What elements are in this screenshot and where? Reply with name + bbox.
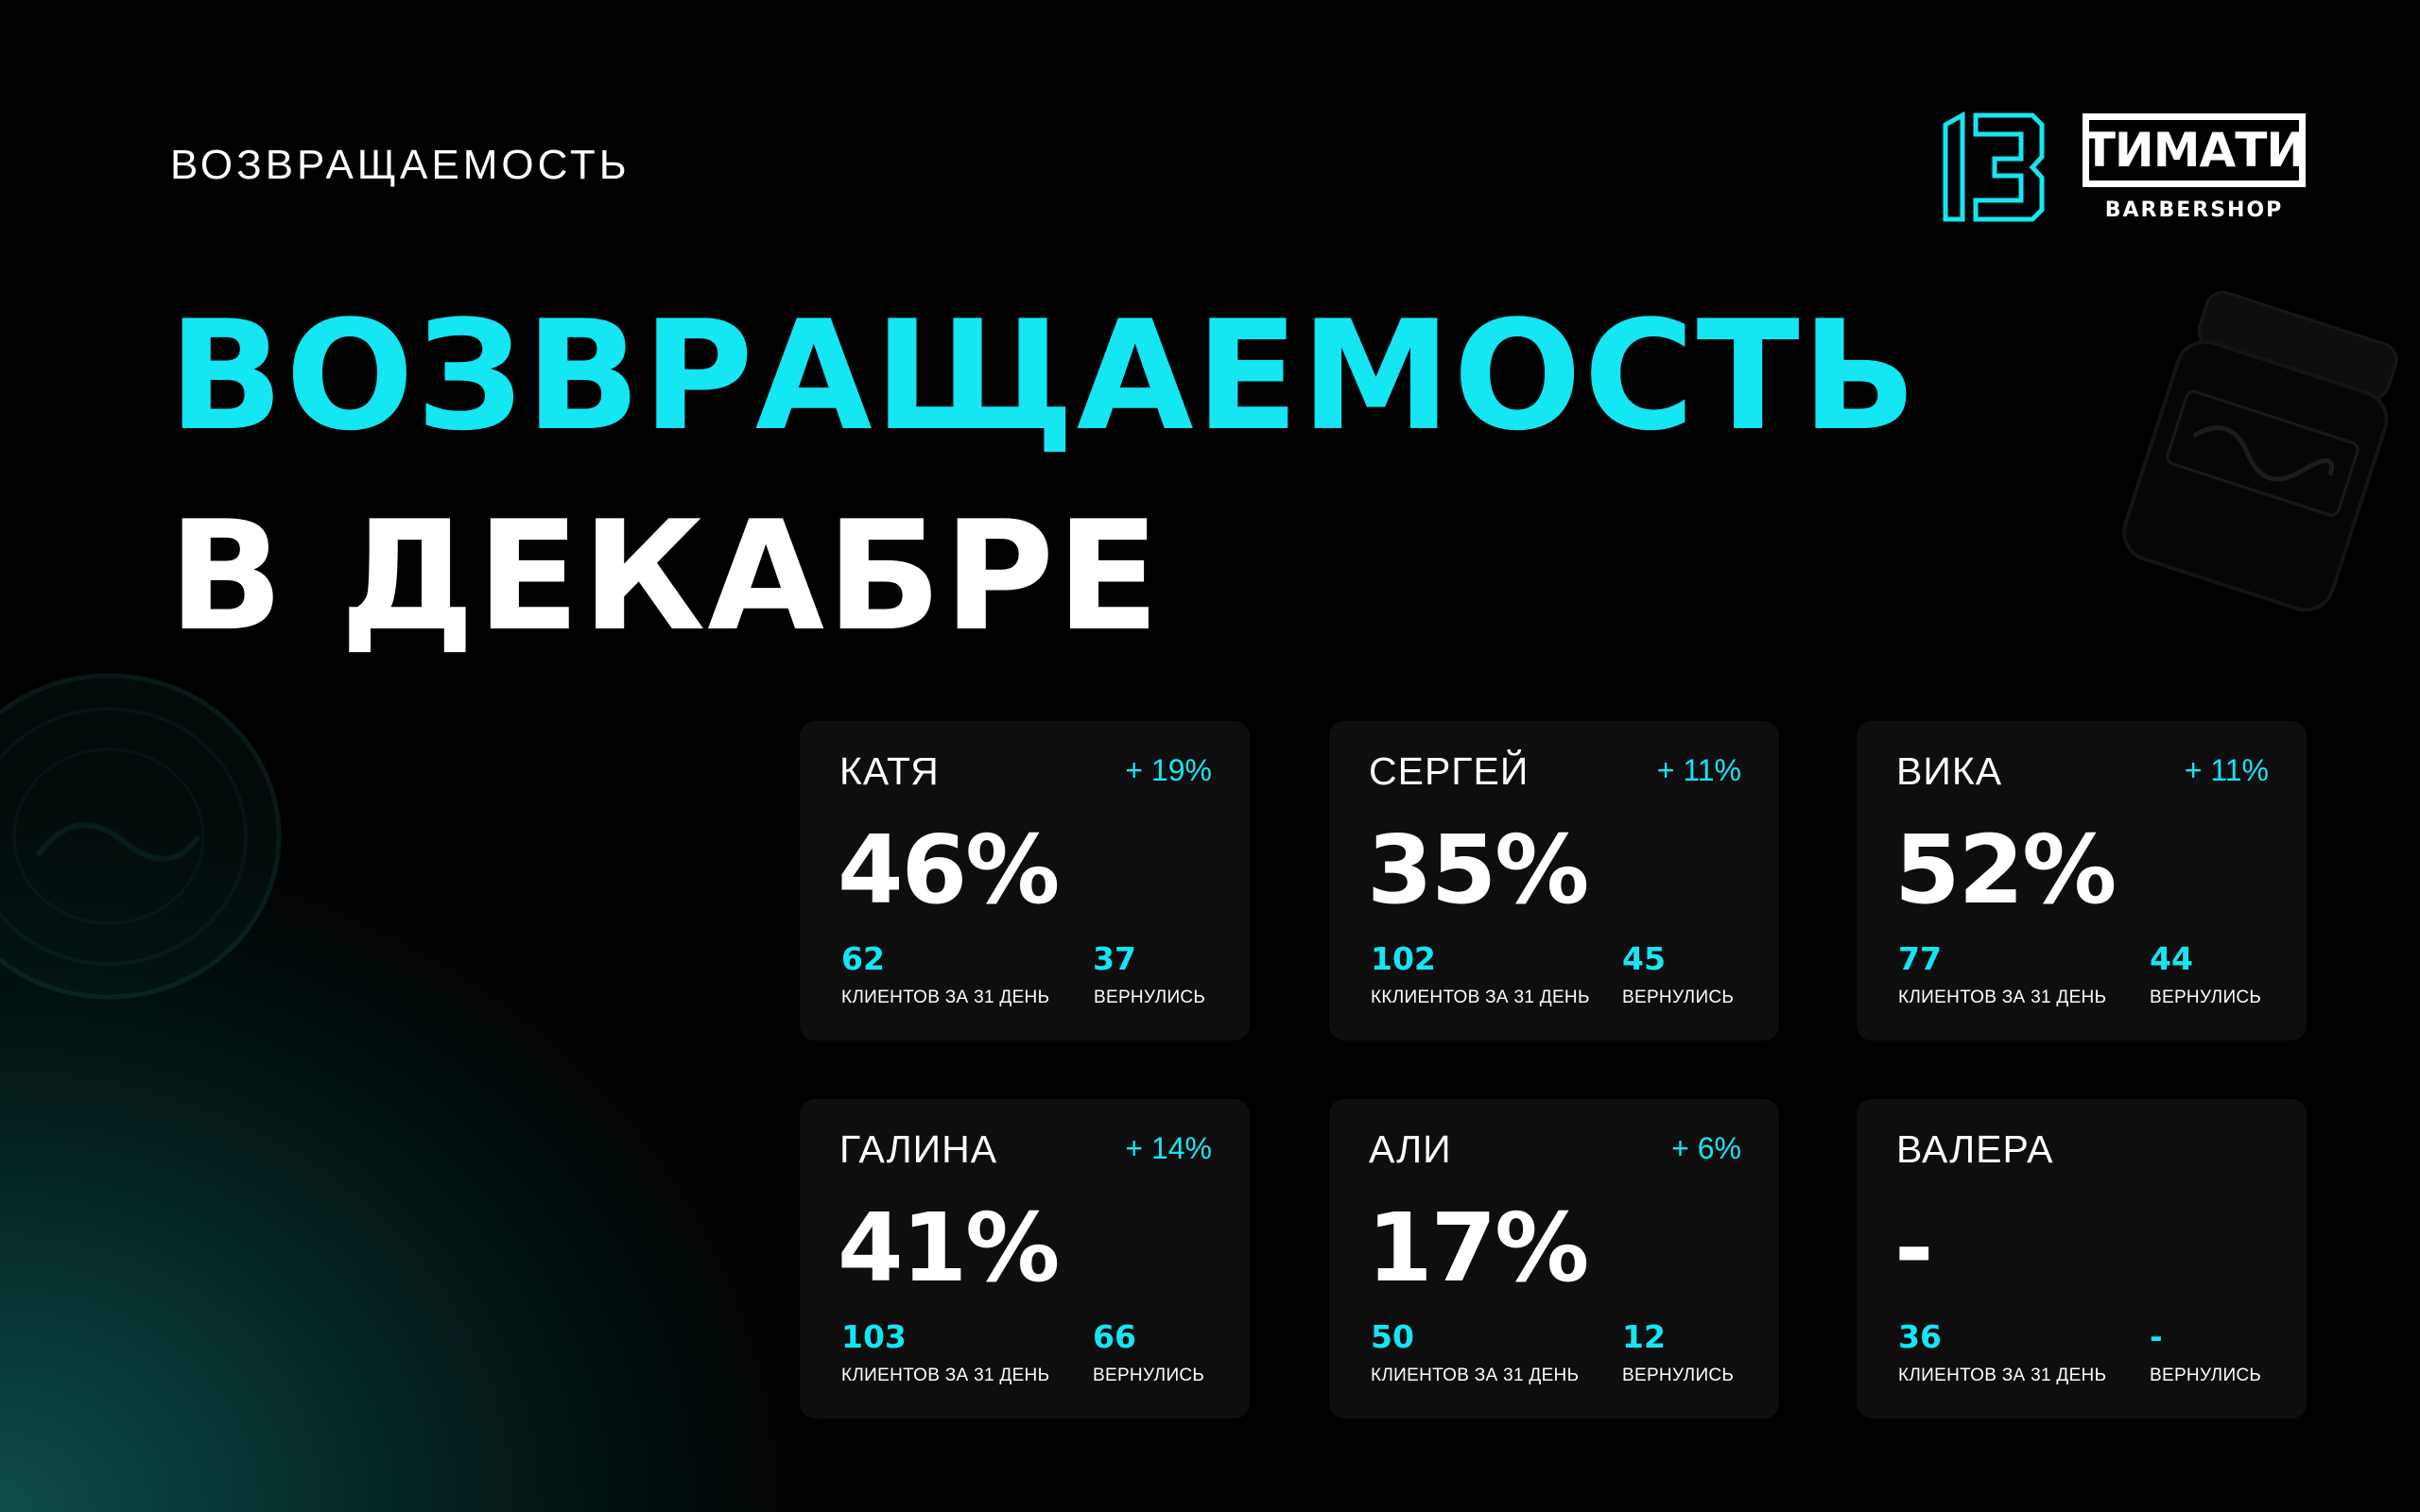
stat-card: КАТЯ + 19% 46% 62 КЛИЕНТОВ ЗА 31 ДЕНЬ 37…	[800, 721, 1250, 1040]
card-percent: 35%	[1367, 815, 1589, 925]
logo-barbershop-text: BARBERSHOP	[2104, 198, 2284, 222]
returned-count: 12	[1622, 1318, 1666, 1355]
slide: ВОЗВРАЩАЕМОСТЬ ВОЗВРАЩАЕМОСТЬ В ДЕКАБРЕ …	[0, 0, 2420, 1512]
clients-label: КЛИЕНТОВ ЗА 31 ДЕНЬ	[1898, 988, 2107, 1007]
card-name: КАТЯ	[839, 749, 940, 793]
card-percent: 46%	[838, 815, 1060, 925]
card-delta: + 11%	[1656, 753, 1741, 787]
pomade-can-image	[0, 673, 282, 1000]
clients-count: 50	[1371, 1318, 1414, 1355]
stat-card: ГАЛИНА + 14% 41% 103 КЛИЕНТОВ ЗА 31 ДЕНЬ…	[800, 1099, 1250, 1418]
logo-timati-text: ТИМАТИ	[2083, 123, 2306, 178]
logo-13-icon	[1943, 112, 2045, 222]
returned-count: 44	[2150, 940, 2193, 977]
returned-label: ВЕРНУЛИСЬ	[1622, 988, 1735, 1007]
returned-label: ВЕРНУЛИСЬ	[1094, 988, 1206, 1007]
pomade-jar-image	[2122, 290, 2398, 612]
card-percent: 52%	[1894, 815, 2117, 925]
headline-line-1: ВОЗВРАЩАЕМОСТЬ	[168, 287, 1919, 464]
stat-card: ВАЛЕРА - 36 КЛИЕНТОВ ЗА 31 ДЕНЬ - ВЕРНУЛ…	[1857, 1099, 2307, 1418]
card-name: ГАЛИНА	[839, 1127, 998, 1171]
clients-label: КЛИЕНТОВ ЗА 31 ДЕНЬ	[1371, 1366, 1580, 1385]
stat-card: ВИКА + 11% 52% 77 КЛИЕНТОВ ЗА 31 ДЕНЬ 44…	[1857, 721, 2307, 1040]
card-percent: -	[1894, 1193, 1933, 1303]
clients-count: 102	[1371, 940, 1436, 977]
clients-label: КЛИЕНТОВ ЗА 31 ДЕНЬ	[841, 988, 1050, 1007]
headline-line-2: В ДЕКАБРЕ	[168, 488, 1162, 664]
clients-label: КЛИЕНТОВ ЗА 31 ДЕНЬ	[841, 1366, 1050, 1385]
clients-count: 36	[1898, 1318, 1942, 1355]
card-name: ВАЛЕРА	[1896, 1127, 2054, 1171]
card-delta: + 11%	[2184, 753, 2269, 787]
card-name: ВИКА	[1896, 749, 2003, 793]
eyebrow-title: ВОЗВРАЩАЕМОСТЬ	[170, 142, 631, 188]
clients-count: 103	[841, 1318, 907, 1355]
returned-count: 37	[1093, 940, 1136, 977]
clients-label: ККЛИЕНТОВ ЗА 31 ДЕНЬ	[1371, 988, 1590, 1007]
returned-label: ВЕРНУЛИСЬ	[1622, 1366, 1735, 1385]
clients-count: 77	[1898, 940, 1942, 977]
card-name: СЕРГЕЙ	[1369, 749, 1530, 793]
returned-count: 45	[1622, 940, 1666, 977]
clients-label: КЛИЕНТОВ ЗА 31 ДЕНЬ	[1898, 1366, 2107, 1385]
card-name: АЛИ	[1369, 1127, 1452, 1171]
clients-count: 62	[841, 940, 885, 977]
returned-label: ВЕРНУЛИСЬ	[2150, 988, 2262, 1007]
card-percent: 41%	[838, 1193, 1060, 1303]
stat-card: АЛИ + 6% 17% 50 КЛИЕНТОВ ЗА 31 ДЕНЬ 12 В…	[1329, 1099, 1779, 1418]
card-delta: + 19%	[1125, 753, 1212, 787]
logo-timati: ТИМАТИ	[2083, 113, 2306, 187]
card-percent: 17%	[1367, 1193, 1589, 1303]
stat-card: СЕРГЕЙ + 11% 35% 102 ККЛИЕНТОВ ЗА 31 ДЕН…	[1329, 721, 1779, 1040]
returned-label: ВЕРНУЛИСЬ	[1093, 1366, 1205, 1385]
returned-count: 66	[1093, 1318, 1136, 1355]
returned-count: -	[2150, 1318, 2163, 1355]
returned-label: ВЕРНУЛИСЬ	[2150, 1366, 2262, 1385]
card-delta: + 14%	[1125, 1131, 1212, 1165]
card-delta: + 6%	[1671, 1131, 1741, 1165]
